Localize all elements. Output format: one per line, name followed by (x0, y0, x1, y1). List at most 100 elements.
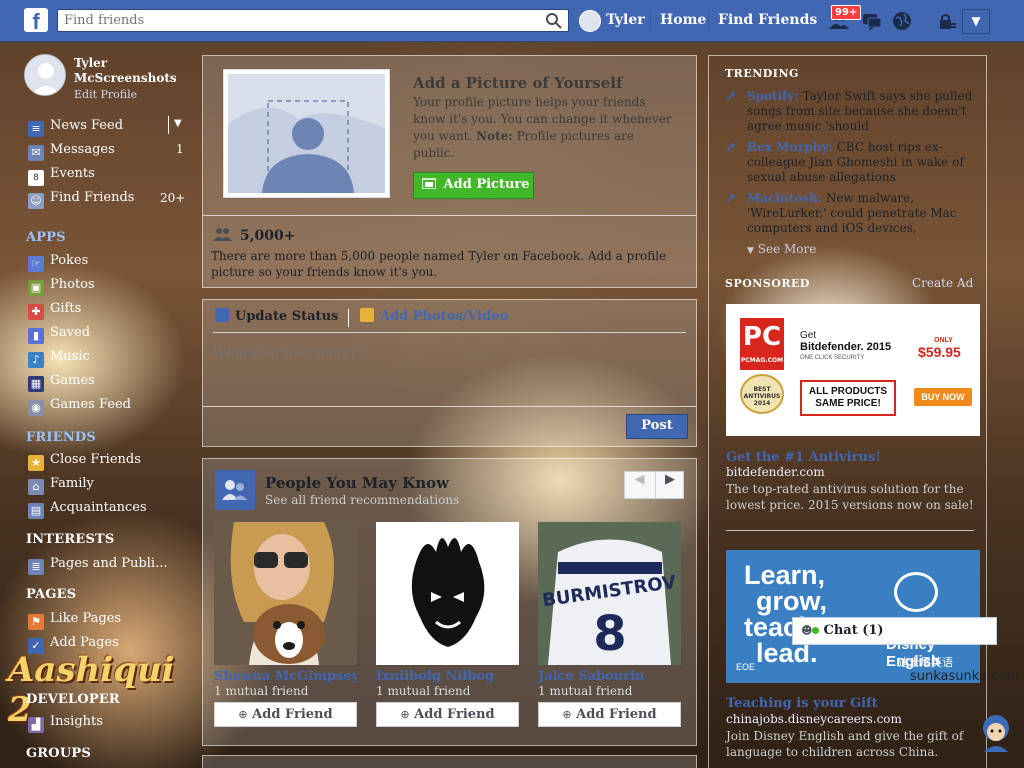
sidebar-section-pages[interactable]: PAGES (26, 587, 76, 602)
post-button[interactable]: Post (626, 414, 688, 439)
sidebar-item-games-feed[interactable]: ◉ Games Feed (28, 397, 131, 417)
trending-item[interactable]: ↗ Macintosh: New malware, 'WireLurker,' … (725, 191, 975, 236)
add-friend-button[interactable]: ⊕ Add Friend (376, 702, 519, 727)
ad-domain[interactable]: chinajobs.disneycareers.com (726, 712, 902, 726)
see-more-link[interactable]: ▼ See More (747, 242, 816, 256)
person-photo[interactable]: BURMISTROV 8 (538, 522, 681, 665)
person-card: BURMISTROV 8 Jaice Sabourin 1 mutual fri… (538, 522, 681, 727)
status-input[interactable] (213, 346, 683, 361)
sidebar-item-label: Add Pages (50, 635, 119, 650)
pcmag-logo: PC PCMAG.COM (740, 318, 784, 370)
mutual-friends[interactable]: 1 mutual friend (538, 684, 681, 698)
trending-item[interactable]: ↗ Rex Murphy: CBC host rips ex-colleague… (725, 140, 975, 185)
chat-user-icon: ☻ (801, 624, 813, 637)
sidebar-item-games[interactable]: ▦ Games (28, 373, 95, 393)
nav-avatar[interactable] (579, 10, 601, 32)
add-picture-button-label: Add Picture (443, 177, 530, 192)
sidebar-section-groups[interactable]: GROUPS (26, 746, 91, 761)
messages-icon[interactable] (861, 10, 883, 32)
ad-tagline: Learn, grow, teach, lead. (744, 562, 827, 667)
facebook-logo[interactable]: f (24, 8, 48, 32)
sidebar-section-apps[interactable]: APPS (26, 230, 66, 245)
sidebar-item-family[interactable]: ⌂ Family (28, 476, 94, 496)
sidebar-item-insights[interactable]: ▟ Insights (28, 714, 103, 734)
sidebar-item-saved[interactable]: ▮ Saved (28, 325, 90, 345)
music-note-icon: ♪ (28, 352, 44, 368)
sponsored-heading: SPONSORED (725, 277, 810, 290)
nav-profile-link[interactable]: Tyler (606, 12, 645, 28)
name-count-description: There are more than 5,000 people named T… (211, 249, 667, 279)
sidebar-item-close-friends[interactable]: ★ Close Friends (28, 452, 141, 472)
person-photo-image: BURMISTROV 8 (538, 522, 681, 665)
search-input[interactable] (57, 9, 569, 32)
nav-find-friends-link[interactable]: Find Friends (718, 12, 817, 28)
profile-avatar[interactable] (24, 54, 66, 96)
sidebar-item-label: Pokes (50, 253, 89, 268)
profile-name[interactable]: Tyler McScreenshots (74, 56, 194, 86)
trending-item[interactable]: ↗ Spotify: Taylor Swift says she pulled … (725, 89, 975, 134)
trending-topic[interactable]: Macintosh: (747, 191, 822, 205)
add-friend-button[interactable]: ⊕ Add Friend (538, 702, 681, 727)
watermark: sunkasunka.com (910, 669, 1019, 684)
pcmag-letters: PC (742, 322, 782, 352)
find-friends-count: 20+ (160, 191, 186, 205)
bitdefender-ad-image[interactable]: PC PCMAG.COM BEST ANTIVIRUS 2014 Get Bitd… (726, 304, 980, 436)
sidebar-item-news-feed[interactable]: ≡ News Feed (28, 118, 123, 138)
create-ad-link[interactable]: Create Ad (912, 276, 973, 290)
search-icon[interactable] (545, 12, 563, 30)
card-divider (203, 215, 696, 216)
see-all-recommendations-link[interactable]: See all friend recommendations (265, 493, 459, 507)
ad-title[interactable]: Teaching is your Gift (726, 696, 976, 711)
pcmag-domain: PCMAG.COM (740, 357, 784, 364)
tab-add-photos-video[interactable]: Add Photos/Video (360, 308, 508, 324)
trending-topic[interactable]: Spotify: (747, 89, 799, 103)
add-picture-button[interactable]: Add Picture (413, 172, 534, 199)
edit-profile-link[interactable]: Edit Profile (74, 88, 137, 101)
sidebar-item-acquaintances[interactable]: ▤ Acquaintances (28, 500, 147, 520)
person-name[interactable]: Jaice Sabourin (538, 669, 681, 684)
person-photo[interactable] (214, 522, 357, 665)
sidebar-item-photos[interactable]: ▣ Photos (28, 277, 95, 297)
profile-picture-placeholder[interactable] (223, 69, 390, 198)
ad-buy-now-button: BUY NOW (914, 388, 972, 406)
sidebar-item-find-friends[interactable]: ☺ Find Friends (28, 190, 134, 210)
trending-heading: TRENDING (725, 67, 799, 80)
mutual-friends[interactable]: 1 mutual friend (214, 684, 357, 698)
chevron-left-icon[interactable]: ◀ (625, 472, 654, 498)
add-picture-description: Your profile picture helps your friends … (413, 94, 673, 162)
games-icon: ▦ (28, 376, 44, 392)
sidebar-item-pokes[interactable]: ☞ Pokes (28, 253, 88, 273)
globe-notifications-icon[interactable] (891, 10, 913, 32)
find-friends-icon: ☺ (28, 193, 44, 209)
ad-product-name: Bitdefender. 2015 (800, 341, 892, 353)
sidebar-item-events[interactable]: 8 Events (28, 166, 95, 186)
chat-bar[interactable]: ☻ Chat (1) (792, 617, 997, 645)
sidebar-item-label: Acquaintances (50, 500, 147, 515)
ad-domain[interactable]: bitdefender.com (726, 465, 825, 479)
sidebar-section-developer[interactable]: DEVELOPER (26, 692, 120, 707)
chat-label: Chat (1) (823, 623, 884, 638)
sidebar-item-like-pages[interactable]: ⚑ Like Pages (28, 611, 121, 631)
news-feed-options-chevron-icon[interactable]: ▼ (174, 118, 182, 129)
trending-topic[interactable]: Rex Murphy: (747, 140, 833, 154)
mutual-friends[interactable]: 1 mutual friend (376, 684, 519, 698)
sidebar-item-music[interactable]: ♪ Music (28, 349, 90, 369)
person-name[interactable]: Shawna McGimpsey (214, 669, 357, 684)
sidebar-section-interests[interactable]: INTERESTS (26, 532, 115, 547)
tab-update-status[interactable]: Update Status (215, 308, 338, 324)
mascot-icon (978, 712, 1014, 752)
nav-home-link[interactable]: Home (660, 12, 706, 28)
sidebar-item-pages-feed[interactable]: ≣ Pages and Publi... (28, 556, 167, 576)
messages-icon: ✉ (28, 145, 44, 161)
ad-title[interactable]: Get the #1 Antivirus! (726, 450, 976, 465)
sidebar-item-messages[interactable]: ✉ Messages (28, 142, 115, 162)
sidebar-item-gifts[interactable]: ✚ Gifts (28, 301, 81, 321)
chevron-right-icon[interactable]: ▶ (655, 472, 684, 498)
person-photo[interactable] (376, 522, 519, 665)
account-menu-button[interactable]: ▼ (962, 9, 990, 34)
trending-arrow-icon: ↗ (725, 90, 736, 105)
add-friend-button[interactable]: ⊕ Add Friend (214, 702, 357, 727)
person-name[interactable]: Ixniibolg Nilbog (376, 669, 519, 684)
privacy-lock-icon[interactable] (936, 10, 958, 32)
sidebar-section-friends[interactable]: FRIENDS (26, 430, 96, 445)
